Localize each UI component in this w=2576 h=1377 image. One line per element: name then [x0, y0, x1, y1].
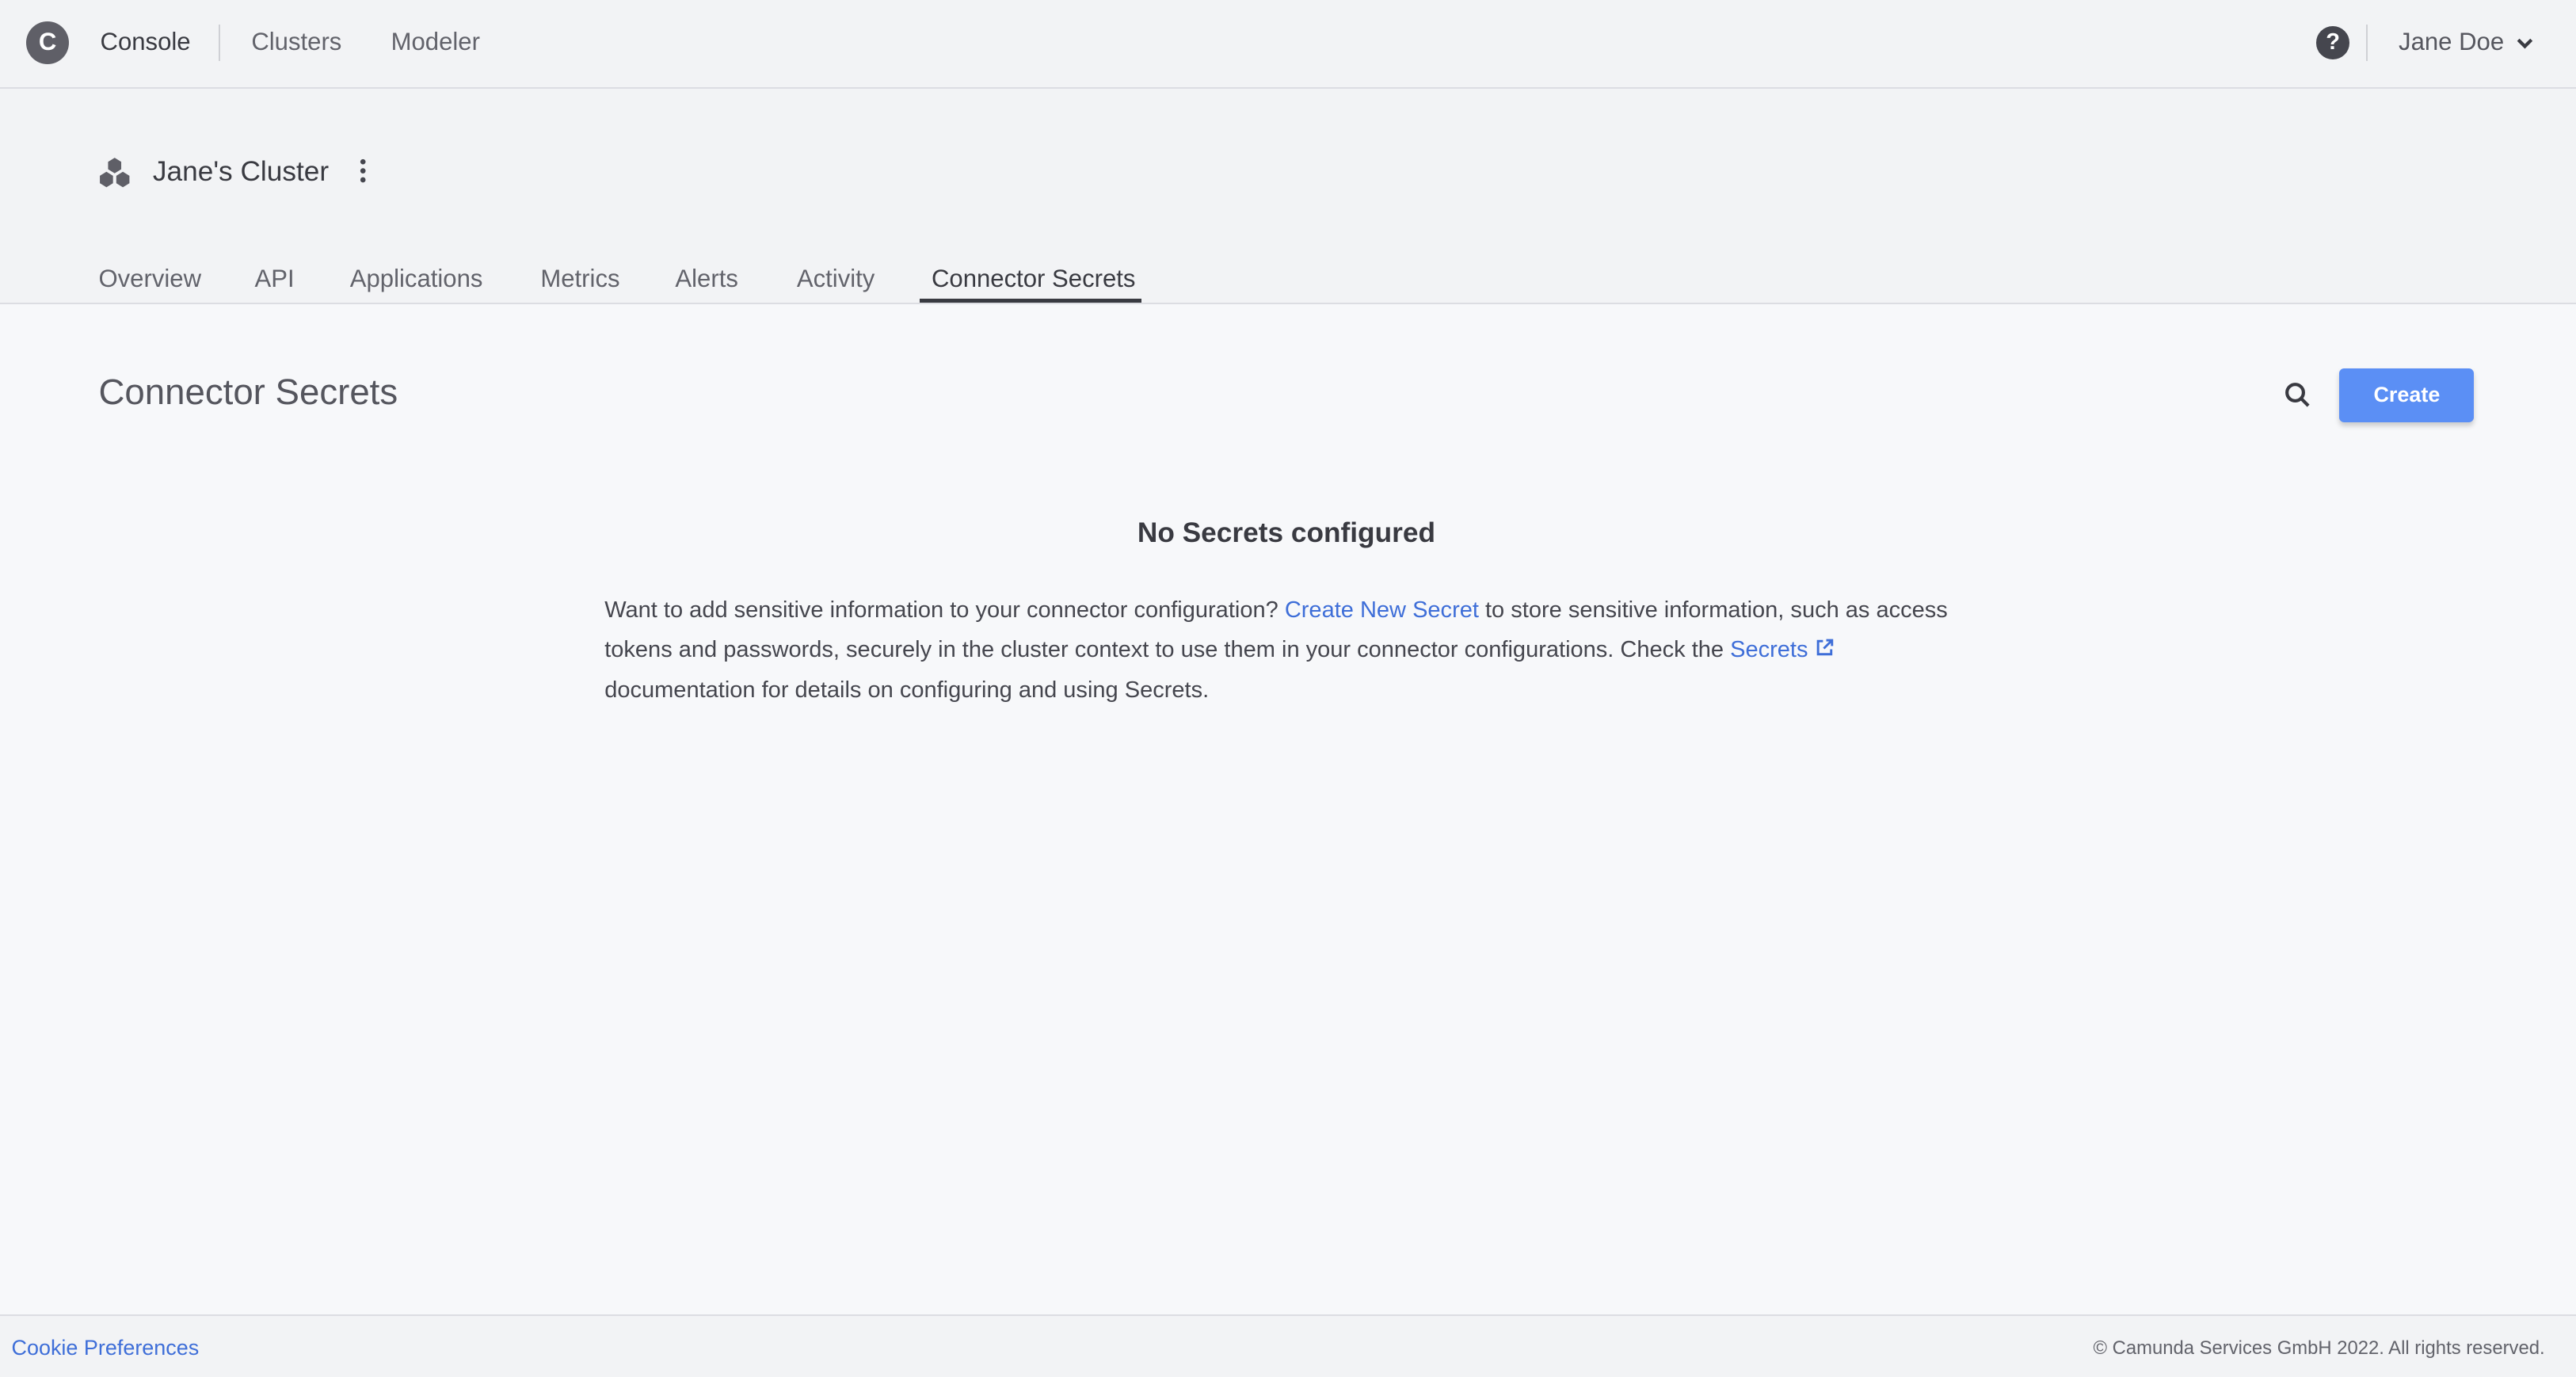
nav-modeler[interactable]: Modeler — [391, 28, 480, 56]
help-icon[interactable]: ? — [2316, 26, 2349, 59]
nav-console[interactable]: Console — [101, 28, 191, 56]
link-label: Secrets — [1730, 637, 1808, 663]
cluster-name: Jane's Cluster — [152, 156, 330, 188]
page-title: Connector Secrets — [98, 371, 398, 412]
empty-state-title: No Secrets configured — [1137, 517, 1435, 549]
active-tab-indicator — [920, 299, 1142, 303]
camunda-logo-icon[interactable]: C — [26, 21, 70, 64]
secrets-docs-link[interactable]: Secrets — [1730, 637, 1834, 662]
tab-activity[interactable]: Activity — [797, 265, 875, 293]
tab-metrics[interactable]: Metrics — [540, 265, 619, 293]
text: documentation for details on configuring… — [604, 677, 1210, 704]
empty-state-description: Want to add sensitive information to you… — [604, 590, 1968, 711]
copyright: © Camunda Services GmbH 2022. All rights… — [2093, 1337, 2545, 1360]
text: Want to add sensitive information to you… — [604, 597, 1285, 623]
cluster-icon — [100, 158, 130, 188]
tab-connector-secrets[interactable]: Connector Secrets — [932, 265, 1136, 293]
top-bar: C Console Clusters Modeler ? Jane Doe — [0, 0, 2576, 89]
kebab-menu-icon[interactable] — [358, 158, 368, 184]
tab-overview[interactable]: Overview — [98, 265, 201, 293]
cookie-preferences-link[interactable]: Cookie Preferences — [12, 1336, 200, 1360]
tab-applications[interactable]: Applications — [350, 265, 483, 293]
external-link-icon — [1816, 639, 1833, 655]
divider — [2365, 25, 2368, 61]
search-icon[interactable] — [2284, 381, 2311, 409]
divider — [218, 25, 220, 61]
user-menu[interactable]: Jane Doe — [2399, 28, 2504, 56]
chevron-down-icon[interactable] — [2515, 35, 2535, 51]
tab-alerts[interactable]: Alerts — [675, 265, 737, 293]
create-button[interactable]: Create — [2339, 368, 2475, 422]
nav-clusters[interactable]: Clusters — [251, 28, 341, 56]
footer: Cookie Preferences © Camunda Services Gm… — [0, 1314, 2576, 1377]
tab-api[interactable]: API — [254, 265, 294, 293]
create-new-secret-link[interactable]: Create New Secret — [1285, 597, 1479, 623]
